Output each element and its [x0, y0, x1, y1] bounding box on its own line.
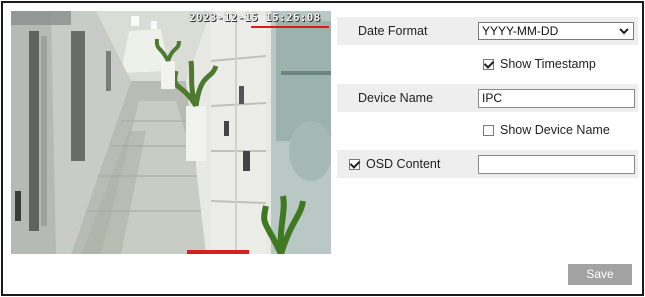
camera-preview[interactable]: 2023-12-15 15:26:08: [11, 11, 331, 254]
show-device-name-toggle[interactable]: Show Device Name: [483, 116, 610, 144]
date-format-select[interactable]: YYYY-MM-DD: [478, 22, 634, 40]
save-button[interactable]: Save: [568, 264, 632, 285]
osd-timestamp-underline: [251, 26, 329, 28]
osd-content-marker: [187, 250, 249, 254]
row-device-name: Device Name IPC: [337, 84, 638, 112]
show-timestamp-label: Show Timestamp: [500, 57, 596, 71]
osd-content-checkbox[interactable]: [349, 158, 360, 170]
device-name-input[interactable]: IPC: [478, 89, 635, 108]
privacy-mask: [11, 11, 71, 25]
show-device-name-checkbox[interactable]: [483, 124, 494, 136]
row-show-device-name: Show Device Name: [337, 116, 638, 144]
osd-content-toggle[interactable]: OSD Content: [349, 150, 440, 178]
osd-settings-panel: 2023-12-15 15:26:08: [1, 1, 644, 296]
row-osd-content: OSD Content: [337, 150, 638, 178]
osd-content-input[interactable]: [478, 155, 635, 174]
row-date-format: Date Format YYYY-MM-DD: [337, 17, 638, 45]
show-timestamp-checkbox[interactable]: [483, 58, 494, 70]
show-device-name-label: Show Device Name: [500, 123, 610, 137]
osd-timestamp-overlay: 2023-12-15 15:26:08: [189, 11, 321, 24]
osd-content-label: OSD Content: [366, 157, 441, 171]
row-show-timestamp: Show Timestamp: [337, 50, 638, 78]
date-format-label: Date Format: [358, 24, 428, 38]
camera-preview-image: [11, 11, 331, 254]
show-timestamp-toggle[interactable]: Show Timestamp: [483, 50, 596, 78]
device-name-label: Device Name: [358, 91, 434, 105]
date-format-value: YYYY-MM-DD: [482, 24, 559, 38]
chevron-down-icon: [619, 28, 629, 35]
